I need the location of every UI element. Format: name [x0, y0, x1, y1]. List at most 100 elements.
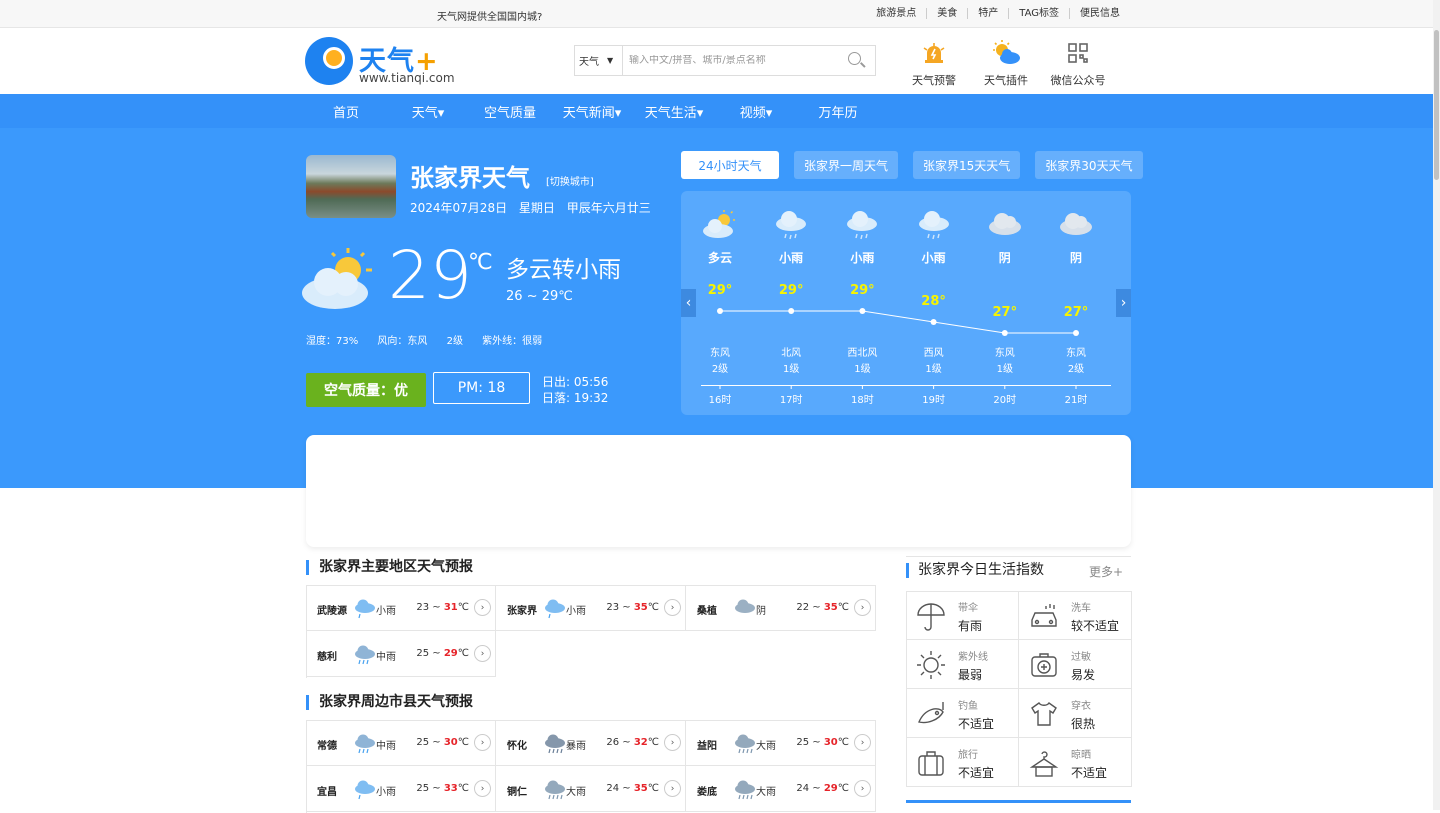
- scrollbar-thumb[interactable]: [1434, 30, 1439, 180]
- forecast-city[interactable]: 娄底: [697, 783, 717, 798]
- nav-life[interactable]: 天气生活▾: [633, 102, 715, 121]
- top-link-travel[interactable]: 旅游景点: [866, 8, 926, 19]
- life-index-title: 张家界今日生活指数: [906, 563, 1044, 578]
- life-index-item[interactable]: 洗车 较不适宜: [1019, 591, 1132, 640]
- nearby-grid: 常德 中雨 25 ~ 30℃ › 怀化 暴雨 26 ~ 32℃ › 益阳大雨 25 ~ 30℃ › 宜…: [306, 720, 876, 813]
- nav-calendar[interactable]: 万年历: [797, 102, 879, 121]
- sun-cloud-icon: [970, 38, 1042, 68]
- nav-video[interactable]: 视频▾: [715, 102, 797, 121]
- sunset-time: 日落: 19:32: [542, 391, 609, 405]
- search-box: 天气 ▼: [574, 45, 876, 76]
- forecast-city[interactable]: 桑植: [697, 602, 717, 617]
- chevron-right-icon[interactable]: ›: [664, 734, 681, 751]
- chevron-right-icon[interactable]: ›: [474, 734, 491, 751]
- life-index-item[interactable]: 过敏 易发: [1019, 640, 1132, 689]
- hourly-condition: 小雨: [850, 251, 875, 265]
- site-logo[interactable]: 天气+ www.tianqi.com: [305, 37, 465, 87]
- chevron-right-icon[interactable]: ›: [854, 780, 871, 797]
- life-index-item[interactable]: 穿衣 很热: [1019, 689, 1132, 738]
- life-index-item[interactable]: 带伞 有雨: [906, 591, 1019, 640]
- forecast-cell[interactable]: 娄底 大雨 24 ~ 29℃ ›: [686, 766, 876, 812]
- switch-city-link[interactable]: [切换城市]: [546, 173, 594, 188]
- forecast-condition: 大雨: [756, 787, 776, 798]
- tab-15day[interactable]: 张家界15天天气: [913, 151, 1021, 179]
- life-index-more-link[interactable]: 更多+: [1089, 563, 1123, 580]
- top-link-food[interactable]: 美食: [926, 8, 967, 19]
- hourly-wind: 东风 2级: [1066, 348, 1086, 375]
- nav-home[interactable]: 首页: [305, 102, 387, 121]
- weather-plugin-link[interactable]: 天气插件: [970, 38, 1042, 88]
- life-index-key: 钓鱼: [958, 701, 978, 712]
- hourly-condition: 多云: [707, 251, 732, 265]
- life-index-item[interactable]: 钓鱼 不适宜: [906, 689, 1019, 738]
- chevron-right-icon[interactable]: ›: [664, 780, 681, 797]
- forecast-city[interactable]: 张家界: [507, 602, 537, 617]
- forecast-cell[interactable]: 张家界 小雨 23 ~ 35℃ ›: [496, 585, 686, 631]
- hourly-item: 小雨 28° 西风 1级 19时: [904, 191, 964, 406]
- forecast-city[interactable]: 宜昌: [317, 783, 337, 798]
- forecast-cell[interactable]: 铜仁 大雨 24 ~ 35℃ ›: [496, 766, 686, 812]
- forecast-condition: 小雨: [566, 606, 586, 617]
- forecast-cell[interactable]: 桑植 阴 22 ~ 35℃ ›: [686, 585, 876, 631]
- forecast-city[interactable]: 常德: [317, 737, 337, 752]
- light-rain-icon: [353, 597, 377, 619]
- forecast-cell[interactable]: 慈利 中雨 25 ~ 29℃ ›: [306, 631, 496, 677]
- page-scrollbar[interactable]: [1433, 0, 1440, 810]
- weather-plugin-label: 天气插件: [984, 74, 1028, 87]
- search-icon[interactable]: [845, 49, 869, 73]
- chevron-right-icon[interactable]: ›: [474, 645, 491, 662]
- forecast-cell[interactable]: 宜昌 小雨 25 ~ 33℃ ›: [306, 766, 496, 812]
- forecast-city[interactable]: 慈利: [317, 648, 337, 663]
- hourly-condition: 阴: [998, 251, 1011, 265]
- chevron-right-icon[interactable]: ›: [474, 780, 491, 797]
- forecast-condition: 小雨: [376, 606, 396, 617]
- moderate-rain-icon: [353, 732, 377, 754]
- chevron-right-icon[interactable]: ›: [664, 599, 681, 616]
- forecast-cell[interactable]: 常德 中雨 25 ~ 30℃ ›: [306, 720, 496, 766]
- overcast-icon: [975, 209, 1035, 245]
- life-index-item[interactable]: 紫外线 最弱: [906, 640, 1019, 689]
- weather-warning-link[interactable]: 天气预警: [898, 38, 970, 88]
- main-nav: 首页 天气▾ 空气质量 天气新闻▾ 天气生活▾ 视频▾ 万年历: [0, 94, 1440, 128]
- chevron-right-icon[interactable]: ›: [854, 734, 871, 751]
- top-link-info[interactable]: 便民信息: [1069, 8, 1130, 19]
- header: 天气+ www.tianqi.com 天气▼ 天气预警 天气插件 微信公众号: [0, 28, 1440, 94]
- forecast-temp-range: 25 ~ 30℃: [796, 737, 849, 748]
- section-main-areas-title: 张家界主要地区天气预报: [306, 560, 473, 575]
- forecast-city[interactable]: 怀化: [507, 737, 527, 752]
- forecast-cell[interactable]: 武陵源 小雨 23 ~ 31℃ ›: [306, 585, 496, 631]
- hourly-temp: 27°: [992, 305, 1018, 320]
- nav-news[interactable]: 天气新闻▾: [551, 102, 633, 121]
- forecast-condition: 小雨: [376, 787, 396, 798]
- life-index-item[interactable]: 旅行 不适宜: [906, 738, 1019, 787]
- main-areas-grid: 武陵源 小雨 23 ~ 31℃ › 张家界 小雨 23 ~ 35℃ › 桑植 阴 22 ~ 35℃ ›…: [306, 585, 876, 678]
- light-rain-icon: [543, 597, 567, 619]
- tab-week[interactable]: 张家界一周天气: [794, 151, 899, 179]
- hourly-temp: 29°: [707, 283, 733, 298]
- chevron-right-icon[interactable]: ›: [474, 599, 491, 616]
- tab-30day[interactable]: 张家界30天天气: [1035, 151, 1143, 179]
- search-input[interactable]: [623, 55, 845, 66]
- tab-24h[interactable]: 24小时天气: [681, 151, 779, 179]
- forecast-city[interactable]: 武陵源: [317, 602, 347, 617]
- top-link-tags[interactable]: TAG标签: [1008, 8, 1069, 19]
- forecast-city[interactable]: 益阳: [697, 737, 717, 752]
- nav-weather[interactable]: 天气▾: [387, 102, 469, 121]
- forecast-temp-range: 22 ~ 35℃: [796, 602, 849, 613]
- logo-url: www.tianqi.com: [359, 71, 455, 85]
- forecast-temp-range: 24 ~ 35℃: [606, 783, 659, 794]
- nav-air-quality[interactable]: 空气质量: [469, 102, 551, 121]
- forecast-city[interactable]: 铜仁: [507, 783, 527, 798]
- life-index-value: 不适宜: [1071, 766, 1108, 780]
- hourly-hour: 16时: [708, 395, 732, 406]
- forecast-cell[interactable]: 益阳 大雨 25 ~ 30℃ ›: [686, 720, 876, 766]
- air-quality-badge[interactable]: 空气质量：优: [306, 373, 426, 407]
- search-type-select[interactable]: 天气 ▼: [575, 46, 623, 75]
- chevron-right-icon[interactable]: ›: [854, 599, 871, 616]
- top-link-specialty[interactable]: 特产: [967, 8, 1008, 19]
- heavy-rain-icon: [543, 778, 567, 800]
- life-index-value: 有雨: [958, 619, 983, 633]
- wechat-link[interactable]: 微信公众号: [1042, 38, 1114, 88]
- forecast-cell[interactable]: 怀化 暴雨 26 ~ 32℃ ›: [496, 720, 686, 766]
- life-index-item[interactable]: 晾晒 不适宜: [1019, 738, 1132, 787]
